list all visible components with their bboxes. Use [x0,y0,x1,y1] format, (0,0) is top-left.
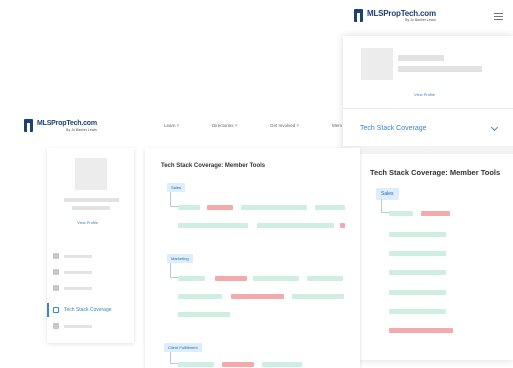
tool-gap [340,223,345,228]
logo-tagline: By Jo Banker Lewis [405,18,436,22]
tool-gap [222,362,254,367]
desktop-logo[interactable]: MLSPropTech.com By Jo Banker Lewis [24,119,97,132]
tool-covered [389,211,413,216]
tool-covered [253,276,299,281]
tool-gap [231,294,284,299]
mobile-logo[interactable]: MLSPropTech.com By Jo Banker Lewis [354,9,436,22]
mobile-avatar-placeholder [361,48,393,80]
tool-covered [389,270,446,275]
tool-covered [178,362,214,367]
grid-icon [53,307,59,313]
name-placeholder [64,198,119,202]
sidebar-item[interactable] [53,268,92,276]
tool-covered [389,290,446,295]
mobile-view-profile-link[interactable]: View Profile [414,92,435,97]
logo-text: MLSPropTech.com [367,9,436,18]
logo-text: MLSPropTech.com [37,120,97,127]
globe-icon [53,253,59,259]
tool-covered [389,251,446,256]
tool-gap [421,211,450,216]
sidebar-item[interactable] [53,284,92,292]
tool-covered [178,205,200,210]
section-chip-sales: Sales [167,183,186,192]
tool-gap [215,276,247,281]
mobile-section-accordion[interactable]: Tech Stack Coverage [360,125,427,132]
mobile-title-placeholder [398,66,482,72]
mobile-page-title: Tech Stack Coverage: Member Tools [370,168,501,177]
section-chip-marketing: Marketing [167,254,193,263]
divider [343,108,513,109]
section-chip-client-fulfillment: Client Fulfillment [164,343,202,352]
tool-covered [178,294,222,299]
sidebar-item[interactable] [53,252,92,260]
tool-covered [178,312,230,317]
tool-covered [315,205,345,210]
view-profile-link[interactable]: View Profile [77,220,98,225]
sidebar-item-label: Tech Stack Coverage [64,307,112,313]
nav-directories[interactable]: Directories ˅ [212,123,237,128]
tool-covered [389,232,446,237]
title-placeholder [72,206,110,210]
nav-members[interactable]: Mem [332,123,342,128]
tool-covered [307,276,343,281]
tool-covered [241,205,307,210]
tool-covered [257,223,334,228]
users-icon [53,269,59,275]
gear-icon [53,285,59,291]
tool-covered [292,294,344,299]
active-indicator [47,303,49,317]
tool-covered [178,276,205,281]
sidebar-item-tech-stack[interactable]: Tech Stack Coverage [53,306,112,314]
nav-learn[interactable]: Learn ˅ [164,123,179,128]
tool-covered [262,362,302,367]
tool-covered [178,223,248,228]
logo-tagline: By Jo Banker Lewis [66,128,97,132]
logo-mark-icon [354,9,363,22]
menu-icon[interactable] [494,13,503,22]
tool-gap [389,328,453,333]
tool-covered [389,309,446,314]
mobile-name-placeholder [398,55,444,61]
nav-get-involved[interactable]: Get Involved ˅ [270,123,299,128]
logo-mark-icon [24,119,33,132]
document-icon [53,323,59,329]
avatar-placeholder [75,158,107,190]
tool-gap [207,205,233,210]
sidebar-item[interactable] [53,322,92,330]
page-title: Tech Stack Coverage: Member Tools [161,163,266,169]
divider [343,146,513,154]
